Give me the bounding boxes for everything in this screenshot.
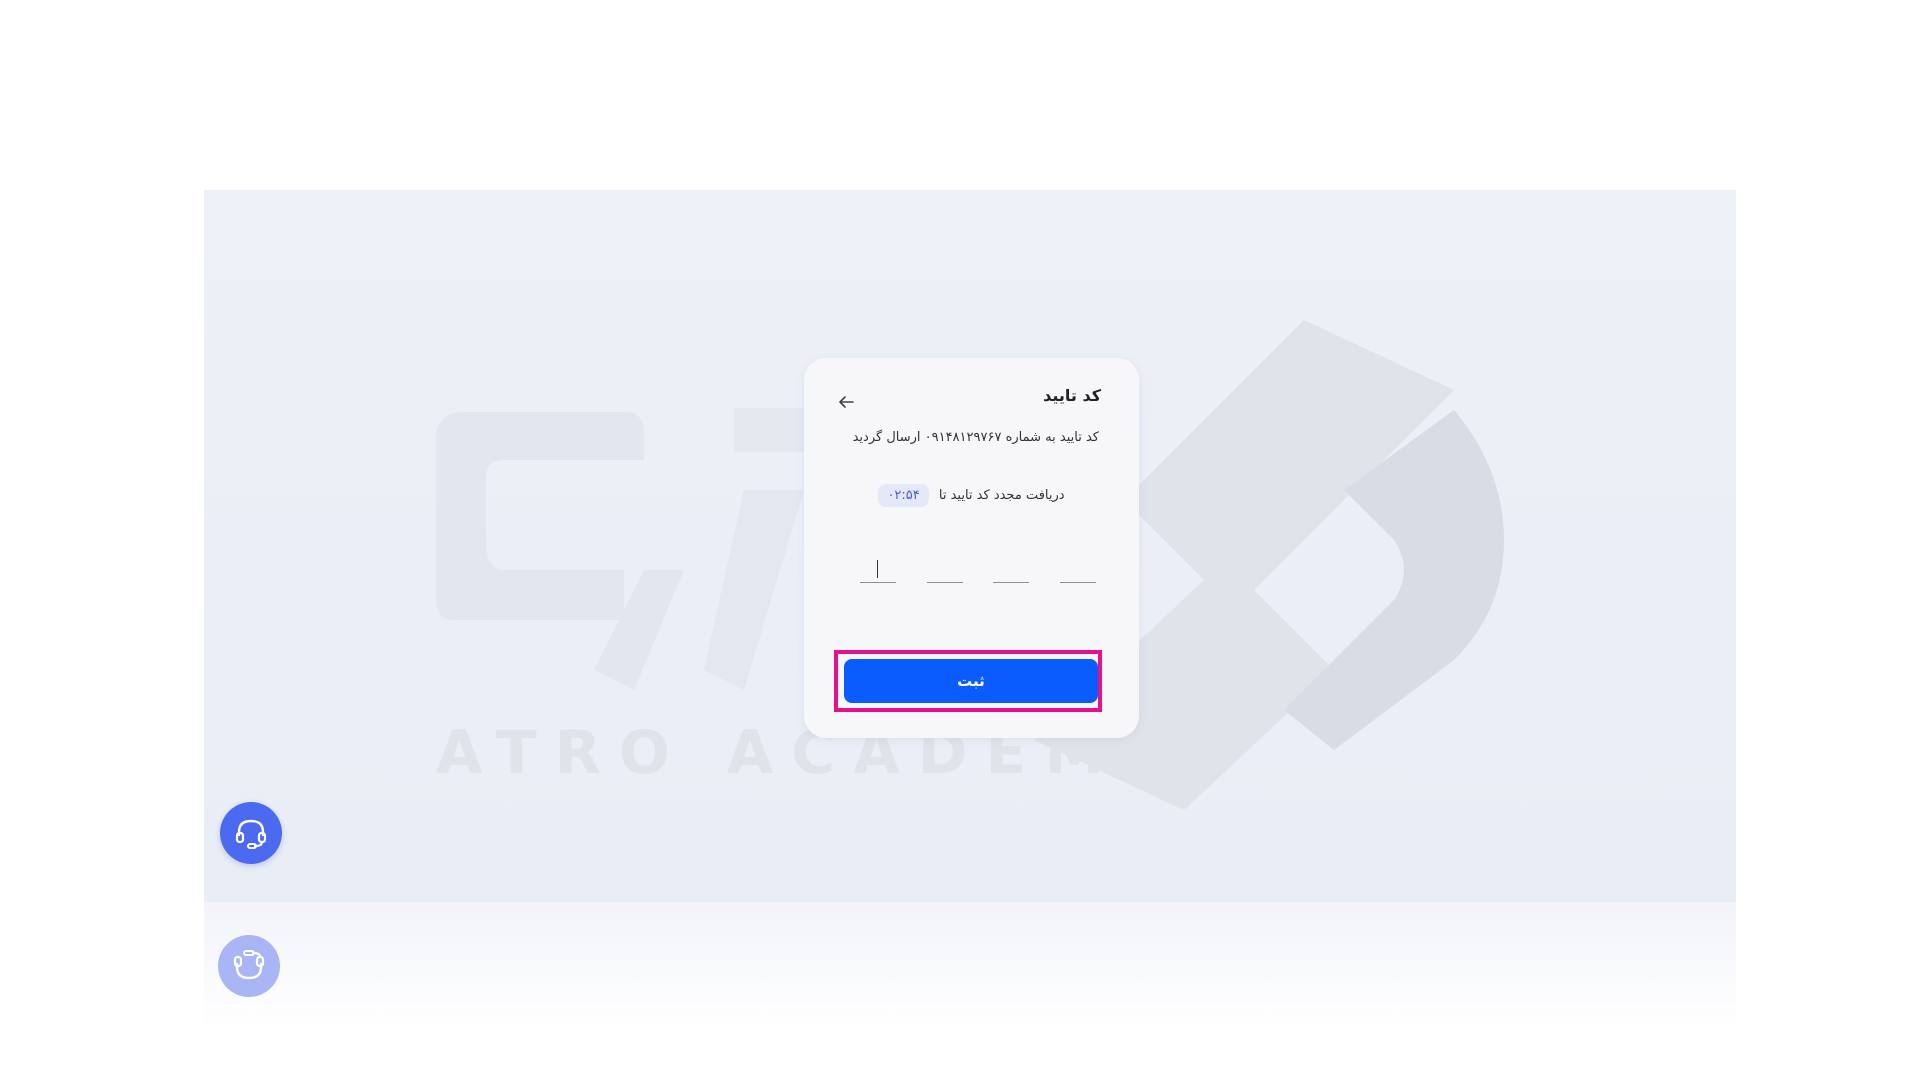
countdown-timer: ۰۲:۵۴ xyxy=(878,484,929,507)
arrow-left-icon xyxy=(839,396,854,408)
otp-input-group xyxy=(860,554,1096,584)
resend-label: دریافت مجدد کد تایید تا xyxy=(938,488,1065,503)
resend-row: دریافت مجدد کد تایید تا ۰۲:۵۴ xyxy=(804,484,1139,507)
bottom-fade xyxy=(204,902,1736,1032)
support-secondary-button[interactable] xyxy=(218,935,280,997)
support-chat-button[interactable] xyxy=(220,802,282,864)
otp-digit-1[interactable] xyxy=(860,554,896,583)
headset-icon xyxy=(235,819,267,849)
otp-digit-3[interactable] xyxy=(993,554,1030,583)
otp-digit-2[interactable] xyxy=(926,554,963,583)
submit-button[interactable]: ثبت xyxy=(844,659,1098,703)
dialog-title: کد تایید xyxy=(1043,386,1101,405)
code-sent-message: کد تایید به شماره ۰۹۱۴۸۱۲۹۷۶۷ ارسال گردی… xyxy=(852,430,1099,445)
otp-digit-4[interactable] xyxy=(1059,554,1096,583)
back-button[interactable] xyxy=(834,390,858,414)
headset-icon xyxy=(233,950,265,980)
verification-dialog: کد تایید کد تایید به شماره ۰۹۱۴۸۱۲۹۷۶۷ ا… xyxy=(804,358,1139,738)
text-caret xyxy=(877,560,878,578)
